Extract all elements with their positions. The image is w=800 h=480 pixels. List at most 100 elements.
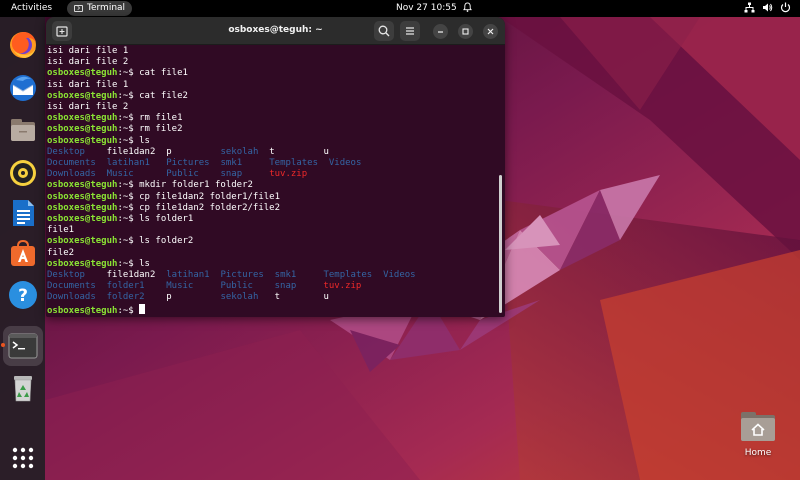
terminal-line: Downloads Music Public snap tuv.zip bbox=[47, 169, 307, 180]
svg-text:?: ? bbox=[18, 286, 28, 306]
maximize-icon bbox=[462, 28, 469, 35]
clock[interactable]: Nov 27 10:55 bbox=[396, 3, 457, 13]
bell-icon[interactable] bbox=[463, 2, 472, 15]
ls-space bbox=[155, 270, 166, 280]
dock-terminal[interactable] bbox=[3, 326, 43, 366]
minimize-button[interactable] bbox=[433, 24, 448, 39]
dock: ? bbox=[0, 17, 45, 480]
app-menu-button[interactable]: Terminal bbox=[67, 1, 132, 16]
close-button[interactable] bbox=[483, 24, 498, 39]
terminal-line: file1 bbox=[47, 225, 75, 236]
ls-space bbox=[372, 270, 383, 280]
ls-space bbox=[134, 169, 167, 179]
terminal-header-bar[interactable]: osboxes@teguh: ~ bbox=[46, 17, 505, 45]
maximize-button[interactable] bbox=[458, 24, 473, 39]
command-text: rm file1 bbox=[139, 113, 183, 124]
ls-directory: Documents bbox=[47, 158, 96, 168]
prompt-user-host: osboxes@teguh bbox=[47, 202, 118, 213]
ls-space bbox=[264, 270, 275, 280]
ls-directory: smk1 bbox=[220, 158, 243, 168]
terminal-line: osboxes@teguh:~$ cp file1dan2 folder2/fi… bbox=[47, 203, 280, 214]
ls-directory: Videos bbox=[328, 158, 362, 168]
prompt-path: :~$ bbox=[117, 214, 140, 224]
ls-space bbox=[96, 292, 107, 302]
trash-icon bbox=[14, 376, 32, 402]
terminal-line: osboxes@teguh:~$ ls folder2 bbox=[47, 236, 193, 247]
ls-space bbox=[155, 147, 166, 157]
software-icon bbox=[11, 239, 35, 266]
show-applications-button[interactable] bbox=[7, 442, 39, 474]
ls-directory: Music bbox=[166, 281, 194, 292]
dock-software[interactable] bbox=[7, 237, 39, 269]
ls-directory: Videos bbox=[383, 270, 416, 280]
terminal-line: osboxes@teguh:~$ mkdir folder1 folder2 bbox=[47, 180, 253, 191]
ls-space bbox=[172, 147, 221, 157]
terminal-line: isi dari file 1 bbox=[47, 79, 129, 90]
help-icon: ? bbox=[9, 281, 37, 309]
rhythmbox-icon bbox=[10, 160, 36, 186]
terminal-line: osboxes@teguh:~$ cat file1 bbox=[47, 68, 188, 79]
terminal-line: Desktop file1dan2 latihan1 Pictures smk1… bbox=[47, 270, 416, 281]
ls-space bbox=[150, 158, 166, 168]
ls-space bbox=[275, 147, 324, 157]
ls-directory: Public bbox=[166, 169, 199, 180]
dock-rhythmbox[interactable] bbox=[7, 157, 39, 189]
ls-space bbox=[242, 158, 269, 168]
prompt-user-host: osboxes@teguh bbox=[47, 191, 118, 202]
command-text: ls folder2 bbox=[139, 236, 194, 247]
ls-space bbox=[242, 169, 269, 179]
ls-directory: Templates bbox=[323, 270, 373, 280]
ls-directory: Desktop bbox=[47, 146, 85, 157]
command-text: ls bbox=[139, 258, 150, 269]
ls-space bbox=[318, 158, 329, 168]
prompt-path: :~$ bbox=[117, 90, 140, 101]
home-folder-icon bbox=[741, 412, 775, 441]
dock-firefox[interactable] bbox=[7, 29, 39, 61]
activities-button[interactable]: Activities bbox=[11, 3, 52, 13]
terminal-line: osboxes@teguh:~$ ls bbox=[47, 136, 150, 147]
prompt-path: :~$ bbox=[117, 202, 140, 213]
dock-help[interactable]: ? bbox=[7, 279, 39, 311]
ls-space bbox=[96, 158, 107, 168]
ls-directory: Templates bbox=[269, 158, 319, 168]
terminal-line: Documents folder1 Music Public snap tuv.… bbox=[47, 281, 361, 292]
ls-space bbox=[85, 270, 107, 280]
command-text: cp file1dan2 folder1/file1 bbox=[139, 191, 281, 202]
prompt-user-host: osboxes@teguh bbox=[47, 68, 118, 79]
ls-directory: Music bbox=[106, 169, 134, 180]
prompt-path: :~$ bbox=[117, 124, 140, 135]
ls-space bbox=[193, 281, 220, 291]
dock-trash[interactable] bbox=[7, 372, 39, 404]
prompt-user-host: osboxes@teguh bbox=[47, 180, 118, 191]
ls-space bbox=[199, 169, 221, 179]
ls-file: file1dan2 bbox=[106, 270, 156, 280]
running-indicator bbox=[1, 343, 5, 347]
terminal-output[interactable]: isi dari file 1 isi dari file 2 osboxes@te… bbox=[46, 46, 505, 317]
app-menu-label: Terminal bbox=[87, 3, 126, 13]
terminal-line: Documents latihan1 Pictures smk1 Templat… bbox=[47, 158, 361, 169]
command-text: mkdir folder1 folder2 bbox=[139, 180, 253, 191]
search-button[interactable] bbox=[374, 21, 394, 41]
minimize-icon bbox=[438, 31, 443, 33]
ls-directory: latihan1 bbox=[106, 158, 150, 168]
desktop-home-folder[interactable] bbox=[738, 407, 778, 447]
dock-thunderbird[interactable] bbox=[7, 72, 39, 104]
ls-file: u bbox=[323, 292, 329, 303]
dock-writer[interactable] bbox=[7, 197, 39, 229]
network-icon bbox=[744, 2, 755, 16]
terminal-window[interactable]: osboxes@teguh: ~ isi dari file 1 isi dari… bbox=[46, 17, 505, 317]
prompt-path: :~$ bbox=[117, 191, 140, 202]
terminal-line: osboxes@teguh:~$ bbox=[47, 303, 146, 316]
system-tray[interactable] bbox=[744, 2, 794, 15]
prompt-user-host: osboxes@teguh bbox=[47, 236, 118, 247]
ls-directory: Desktop bbox=[47, 270, 85, 280]
command-text: ls folder1 bbox=[139, 214, 194, 224]
menu-button[interactable] bbox=[400, 21, 420, 41]
ls-directory: smk1 bbox=[274, 270, 297, 280]
terminal-scrollbar[interactable] bbox=[499, 175, 502, 313]
prompt-user-host: osboxes@teguh bbox=[47, 214, 118, 224]
ls-directory: Documents bbox=[47, 281, 96, 292]
ls-directory: Downloads bbox=[47, 169, 96, 180]
command-text: cat file2 bbox=[139, 90, 188, 101]
dock-files[interactable] bbox=[7, 114, 39, 146]
